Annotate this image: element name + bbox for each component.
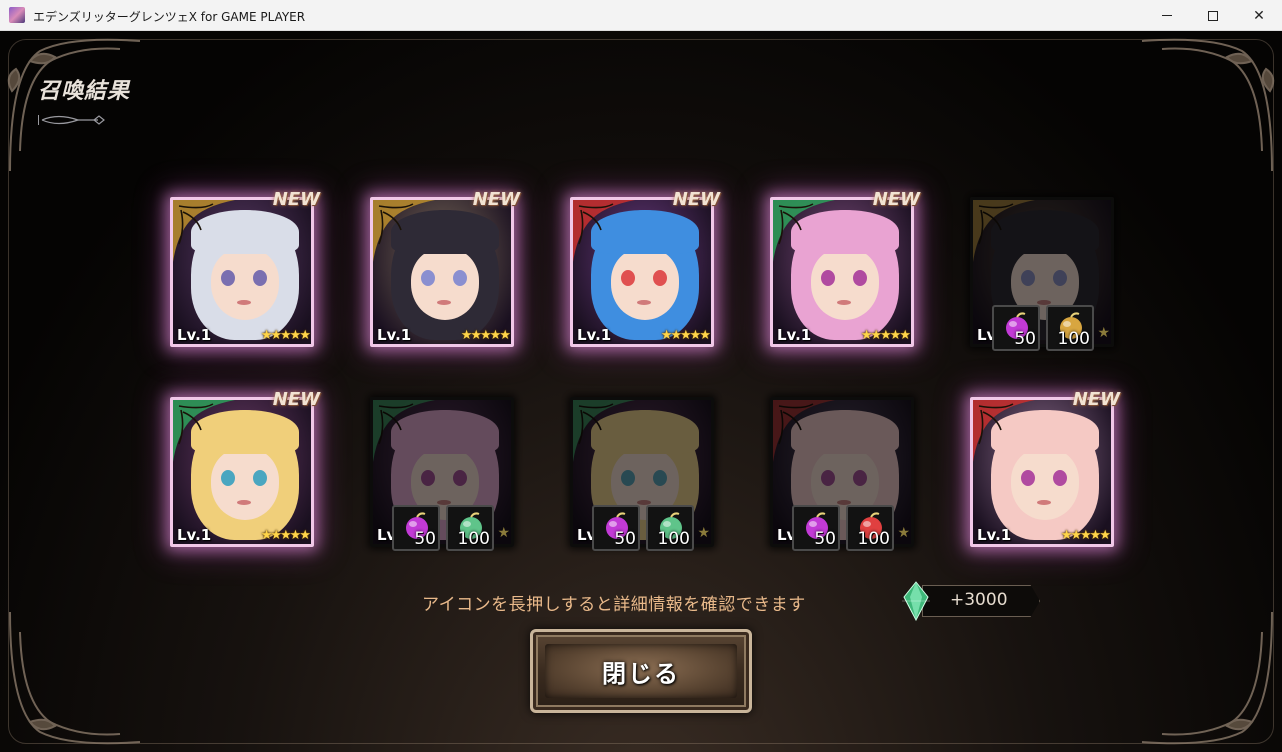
summon-card[interactable]: Lv ★ 50 100 (770, 397, 914, 551)
new-badge: NEW (272, 389, 320, 410)
element-corner-icon (373, 400, 435, 462)
summon-card[interactable]: Lv ★ 50 100 (570, 397, 714, 551)
star-icon: ★ (897, 525, 910, 541)
page-title: 召喚結果 (38, 79, 131, 104)
close-button-label: 閉じる (602, 659, 680, 688)
reward-amount: 100 (1057, 329, 1090, 349)
duplicate-reward: 100 (1046, 305, 1094, 351)
rarity-stars: ★★★★★ (260, 528, 311, 543)
character-portrait (770, 197, 914, 347)
duplicate-reward: 100 (846, 505, 894, 551)
rarity-stars: ★★★★★ (660, 328, 711, 343)
summon-card[interactable]: Lv.1 NEW ★★★★★ (970, 389, 1120, 547)
close-button[interactable]: 閉じる (530, 629, 752, 713)
element-corner-icon (573, 200, 635, 262)
duplicate-reward: 50 (792, 505, 840, 551)
duplicate-reward: 50 (592, 505, 640, 551)
reward-amount: 50 (814, 529, 836, 549)
duplicate-reward: 100 (646, 505, 694, 551)
window-title: エデンズリッターグレンツェX for GAME PLAYER (33, 10, 306, 24)
close-window-button[interactable]: ✕ (1236, 0, 1282, 31)
character-portrait (170, 397, 314, 547)
summon-card[interactable]: Lv ★ 50 100 (370, 397, 514, 551)
minimize-button[interactable] (1144, 0, 1190, 31)
star-icon: ★ (1097, 325, 1110, 341)
close-icon: ✕ (1253, 7, 1265, 24)
element-corner-icon (173, 400, 235, 462)
duplicate-reward: 50 (992, 305, 1040, 351)
summon-card[interactable]: Lv.1 NEW ★★★★★ (370, 189, 520, 347)
new-badge: NEW (872, 189, 920, 210)
element-corner-icon (973, 200, 1035, 262)
new-badge: NEW (272, 189, 320, 210)
character-portrait (970, 397, 1114, 547)
reward-amount: 100 (457, 529, 490, 549)
summon-card[interactable]: Lv.1 NEW ★★★★★ (570, 189, 720, 347)
card-level: Lv.1 (977, 526, 1012, 544)
game-screen: 召喚結果 Lv.1 NEW ★★★★★ Lv.1 NEW ★★★★★ Lv.1 … (0, 31, 1282, 752)
element-corner-icon (973, 400, 1035, 462)
star-icon: ★ (497, 525, 510, 541)
element-corner-icon (173, 200, 235, 262)
character-portrait (370, 197, 514, 347)
element-corner-icon (773, 200, 835, 262)
summon-card[interactable]: Lv ★ 50 100 (970, 197, 1114, 351)
summon-card[interactable]: Lv.1 NEW ★★★★★ (170, 389, 320, 547)
rarity-stars: ★★★★★ (260, 328, 311, 343)
maximize-button[interactable] (1190, 0, 1236, 31)
reward-amount: 100 (857, 529, 890, 549)
corner-ornament-icon (1132, 602, 1282, 752)
new-badge: NEW (1072, 389, 1120, 410)
card-level: Lv.1 (177, 526, 212, 544)
corner-ornament-icon (1132, 31, 1282, 181)
character-portrait (170, 197, 314, 347)
card-level: Lv.1 (177, 326, 212, 344)
crystal-icon (902, 581, 930, 621)
title-divider (38, 115, 348, 125)
reward-amount: 50 (414, 529, 436, 549)
summon-card[interactable]: Lv.1 NEW ★★★★★ (170, 189, 320, 347)
reward-amount: 50 (614, 529, 636, 549)
new-badge: NEW (472, 189, 520, 210)
duplicate-reward: 50 (392, 505, 440, 551)
card-level: Lv.1 (377, 326, 412, 344)
duplicate-reward: 100 (446, 505, 494, 551)
rarity-stars: ★★★★★ (460, 328, 511, 343)
app-icon (9, 7, 25, 23)
element-corner-icon (373, 200, 435, 262)
maximize-icon (1208, 10, 1218, 21)
card-level: Lv.1 (577, 326, 612, 344)
element-corner-icon (773, 400, 835, 462)
rarity-stars: ★★★★★ (860, 328, 911, 343)
element-corner-icon (573, 400, 635, 462)
crystal-amount: +3000 (950, 590, 1008, 610)
minimize-icon (1162, 15, 1172, 16)
corner-ornament-icon (0, 602, 150, 752)
character-portrait (570, 197, 714, 347)
reward-amount: 50 (1014, 329, 1036, 349)
rarity-stars: ★★★★★ (1060, 528, 1111, 543)
corner-ornament-icon (0, 31, 150, 181)
summon-card[interactable]: Lv.1 NEW ★★★★★ (770, 189, 920, 347)
window-titlebar: エデンズリッターグレンツェX for GAME PLAYER ✕ (0, 0, 1282, 31)
reward-amount: 100 (657, 529, 690, 549)
card-level: Lv.1 (777, 326, 812, 344)
star-icon: ★ (697, 525, 710, 541)
new-badge: NEW (672, 189, 720, 210)
long-press-hint: アイコンを長押しすると詳細情報を確認できます (422, 595, 806, 615)
